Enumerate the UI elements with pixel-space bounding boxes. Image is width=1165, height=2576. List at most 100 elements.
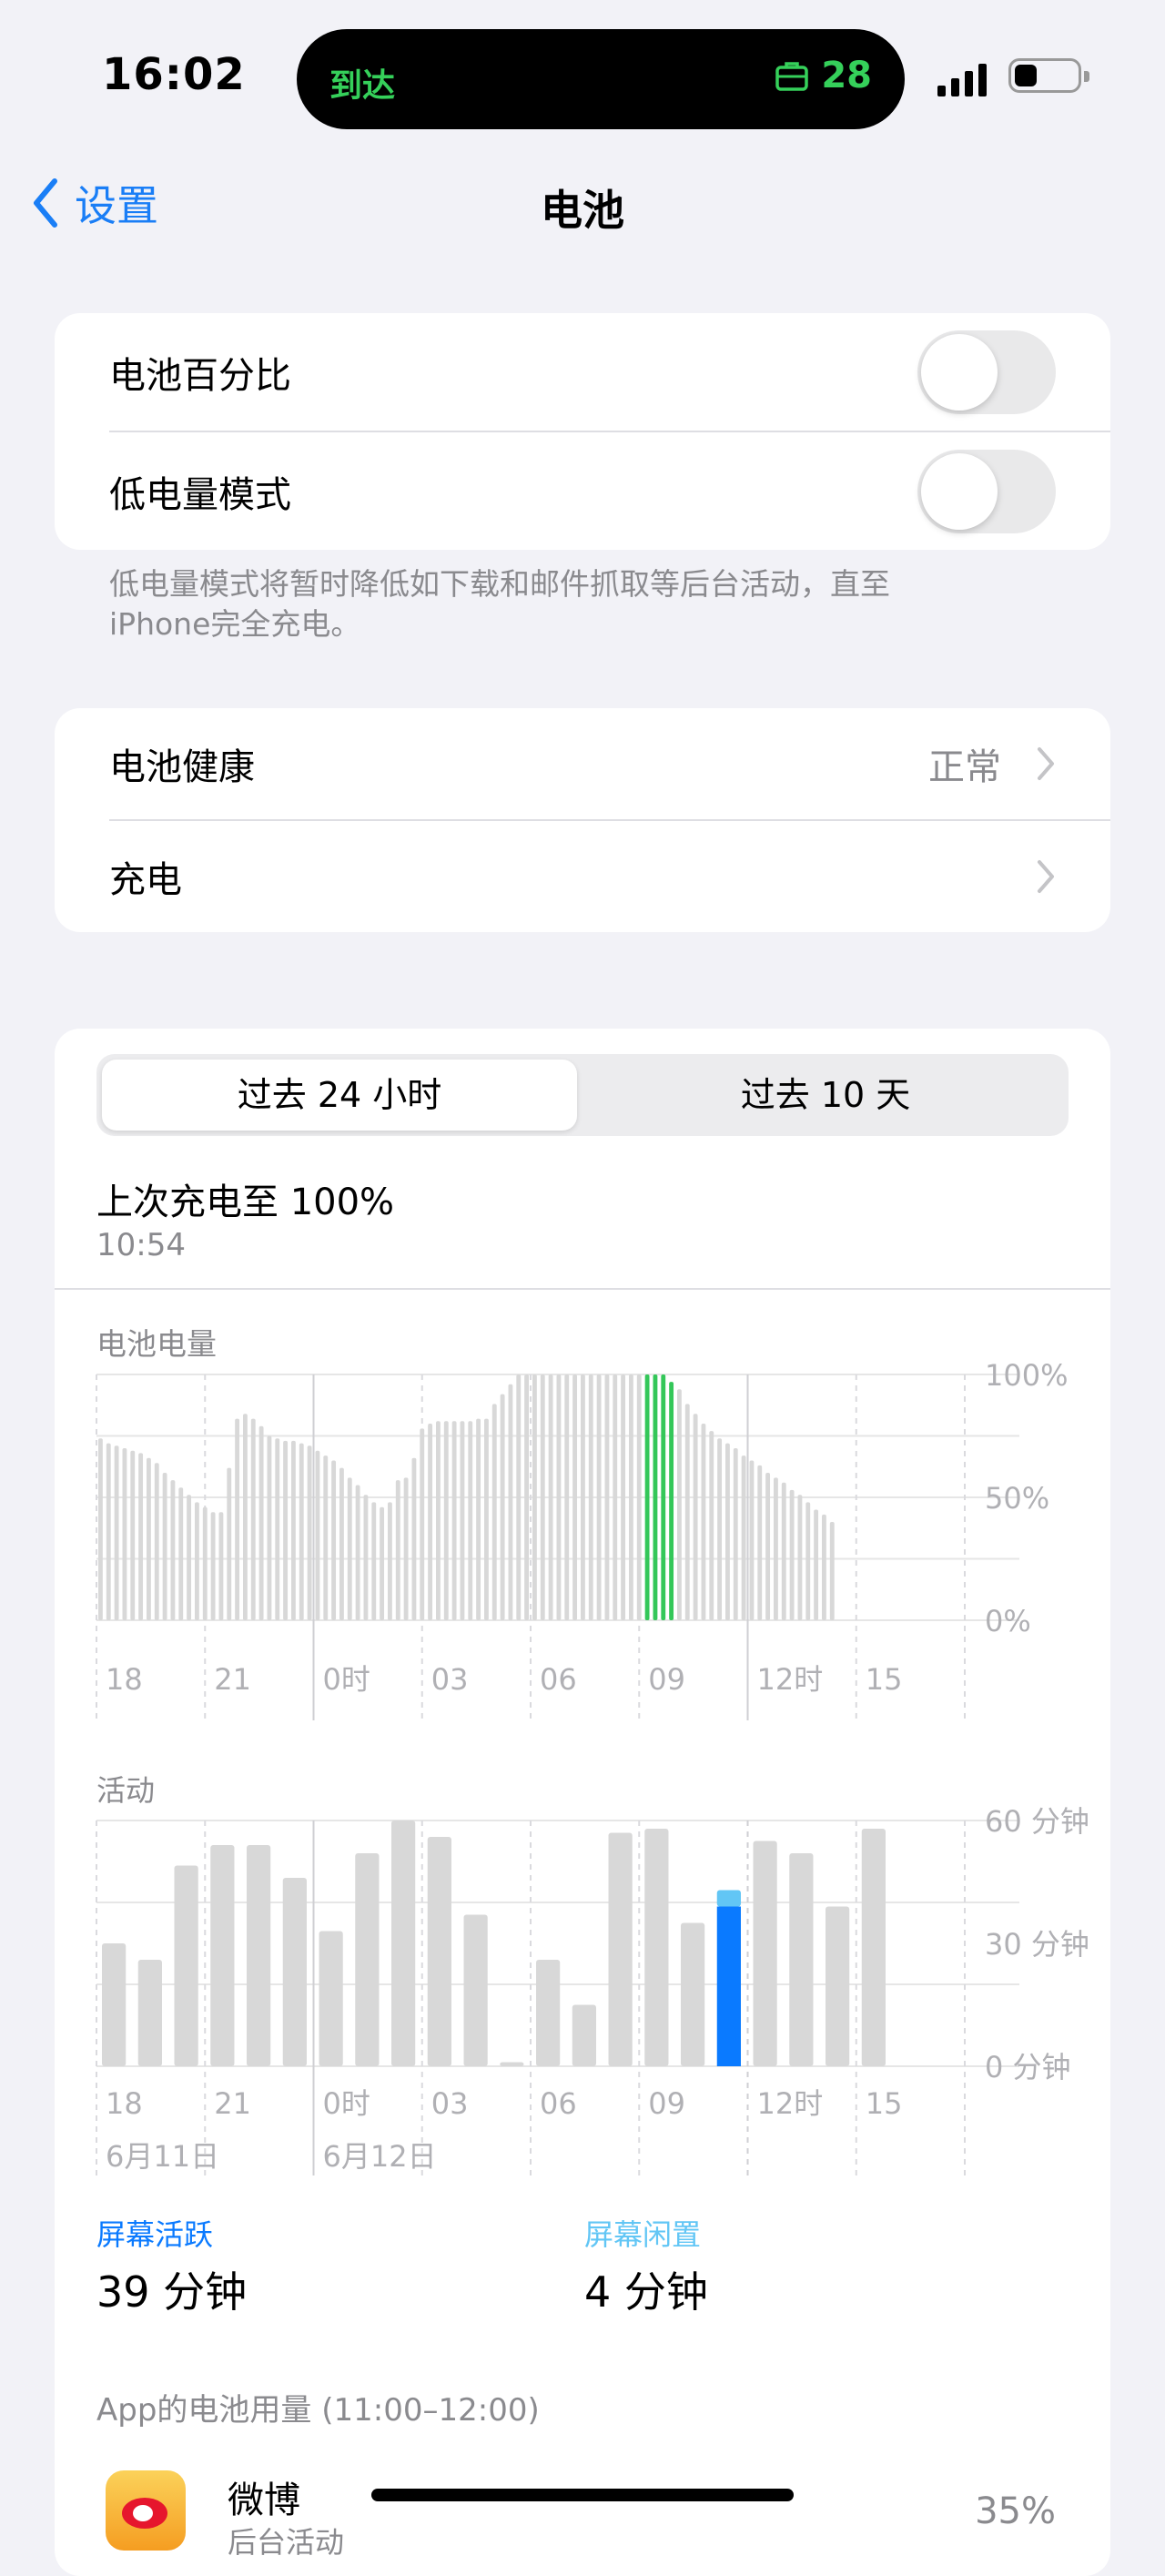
island-left-text: 到达 bbox=[329, 67, 396, 105]
x-tick-label: 15 bbox=[866, 1662, 903, 1697]
charging-row[interactable]: 充电 bbox=[109, 821, 1110, 932]
battery-level-bar bbox=[822, 1514, 826, 1620]
battery-level-bar bbox=[653, 1374, 658, 1620]
battery-level-bar bbox=[106, 1443, 111, 1620]
date-label: 6月12日 bbox=[323, 2139, 437, 2174]
battery-level-bar bbox=[781, 1482, 786, 1620]
battery-level-bar bbox=[717, 1438, 723, 1620]
battery-level-bar bbox=[114, 1445, 119, 1620]
battery-level-bar bbox=[725, 1443, 730, 1620]
battery-level-bar bbox=[460, 1421, 465, 1620]
battery-level-bar bbox=[130, 1450, 136, 1620]
activity-bar bbox=[427, 1837, 451, 2066]
battery-level-bar bbox=[693, 1414, 698, 1620]
chevron-right-icon bbox=[1038, 860, 1054, 893]
screen-active-label: 屏幕活跃 bbox=[96, 2217, 214, 2252]
divider bbox=[55, 1288, 1110, 1290]
battery-level-bar bbox=[774, 1477, 778, 1620]
activity-bar bbox=[355, 1853, 380, 2066]
battery-level-bar bbox=[258, 1425, 264, 1620]
battery-level-bar bbox=[363, 1495, 369, 1620]
battery-level-bar bbox=[540, 1374, 545, 1620]
battery-level-chart-title: 电池电量 bbox=[96, 1326, 217, 1362]
battery-level-bar bbox=[122, 1448, 127, 1620]
tab-last-10-days[interactable]: 过去 10 天 bbox=[582, 1054, 1069, 1136]
battery-level-bar bbox=[677, 1389, 682, 1620]
activity-bar bbox=[210, 1845, 235, 2066]
battery-level-bar bbox=[629, 1374, 633, 1620]
app-usage-header: App的电池用量 (11:00–12:00) bbox=[96, 2392, 540, 2429]
tab-last-24-hours[interactable]: 过去 24 小时 bbox=[96, 1054, 582, 1136]
battery-level-bar bbox=[524, 1374, 530, 1620]
activity-bar bbox=[137, 1960, 162, 2066]
battery-level-bar bbox=[283, 1440, 289, 1620]
x-tick-label: 18 bbox=[106, 1662, 143, 1697]
activity-bar bbox=[319, 1931, 343, 2066]
battery-level-bar bbox=[661, 1374, 666, 1620]
battery-level-bar bbox=[451, 1421, 457, 1620]
battery-level-bar bbox=[420, 1428, 425, 1620]
charging-label: 充电 bbox=[109, 859, 182, 901]
weibo-app-icon bbox=[106, 2470, 186, 2551]
app-subtitle: 后台活动 bbox=[228, 2525, 345, 2560]
x-tick-label: 0时 bbox=[323, 2086, 370, 2121]
battery-level-bar bbox=[709, 1431, 714, 1620]
date-label: 6月11日 bbox=[106, 2139, 219, 2174]
screen-active-value: 39 分钟 bbox=[96, 2267, 248, 2317]
x-tick-label: 03 bbox=[431, 2086, 469, 2121]
low-power-label: 低电量模式 bbox=[109, 474, 291, 516]
activity-bar bbox=[789, 1853, 814, 2066]
battery-level-bar bbox=[701, 1424, 706, 1620]
battery-level-bar bbox=[797, 1495, 803, 1620]
screen-idle-label: 屏幕闲置 bbox=[584, 2217, 702, 2252]
battery-health-row[interactable]: 电池健康 正常 bbox=[109, 708, 1110, 819]
battery-level-bar bbox=[371, 1502, 377, 1620]
x-tick-label: 12时 bbox=[757, 1662, 824, 1697]
battery-level-bar bbox=[299, 1443, 304, 1620]
battery-level-bar bbox=[484, 1418, 489, 1620]
battery-level-bar bbox=[508, 1384, 513, 1620]
dynamic-island[interactable]: 到达 28 bbox=[297, 29, 905, 129]
battery-percentage-label: 电池百分比 bbox=[109, 355, 291, 397]
battery-level-bar bbox=[468, 1421, 473, 1620]
battery-level-bar bbox=[202, 1506, 208, 1620]
activity-bar-screen-off bbox=[716, 1890, 741, 1907]
battery-level-bar bbox=[765, 1473, 771, 1620]
battery-level-bar bbox=[138, 1453, 144, 1620]
battery-level-bar bbox=[733, 1448, 738, 1620]
battery-level-bar bbox=[669, 1382, 674, 1620]
x-tick-label: 06 bbox=[540, 1662, 577, 1697]
x-tick-label: 03 bbox=[431, 1662, 469, 1697]
x-tick-label: 0时 bbox=[323, 1662, 370, 1697]
battery-level-bar bbox=[291, 1440, 296, 1620]
battery-level-bar bbox=[380, 1506, 385, 1620]
x-tick-label: 21 bbox=[214, 2086, 251, 2121]
y-tick-label: 100% bbox=[985, 1358, 1068, 1393]
battery-level-bar bbox=[243, 1414, 248, 1620]
battery-level-bar bbox=[227, 1467, 232, 1620]
chevron-right-icon bbox=[1038, 747, 1054, 780]
health-card: 电池健康 正常 充电 bbox=[55, 708, 1110, 932]
last-charge-time: 10:54 bbox=[96, 1227, 186, 1263]
battery-level-bar bbox=[829, 1522, 835, 1620]
battery-level-bar bbox=[581, 1374, 585, 1620]
app-percent: 35% bbox=[975, 2490, 1056, 2532]
battery-level-bar bbox=[516, 1374, 522, 1620]
briefcase-icon bbox=[775, 62, 809, 91]
activity-bar bbox=[247, 1845, 271, 2066]
battery-level-bar bbox=[355, 1485, 360, 1620]
low-power-toggle[interactable] bbox=[917, 450, 1056, 533]
battery-level-bar bbox=[613, 1374, 618, 1620]
battery-level-bar bbox=[187, 1495, 192, 1620]
activity-bar bbox=[861, 1829, 886, 2066]
x-tick-label: 15 bbox=[866, 2086, 903, 2121]
battery-level-bar bbox=[411, 1457, 417, 1620]
battery-level-bar bbox=[395, 1480, 400, 1620]
battery-level-bar bbox=[805, 1502, 811, 1620]
battery-percentage-toggle[interactable] bbox=[917, 330, 1056, 414]
activity-bar bbox=[644, 1829, 669, 2066]
battery-level-bar bbox=[476, 1418, 481, 1620]
app-name: 微博 bbox=[228, 2480, 300, 2521]
x-tick-label: 21 bbox=[214, 1662, 251, 1697]
battery-level-bar bbox=[757, 1465, 763, 1620]
